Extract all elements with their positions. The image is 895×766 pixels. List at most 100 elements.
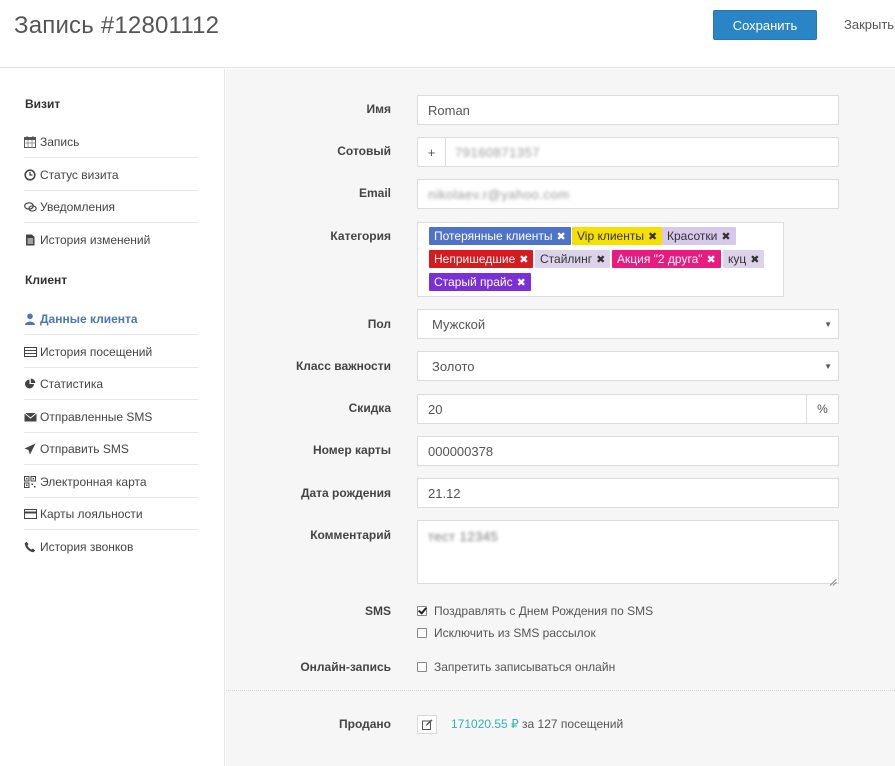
category-tag[interactable]: Старый прайс ✖ xyxy=(429,273,531,291)
remove-tag-icon[interactable]: ✖ xyxy=(519,254,528,266)
remove-tag-icon[interactable]: ✖ xyxy=(648,231,657,243)
resize-handle-icon[interactable] xyxy=(829,574,837,586)
name-value: Roman xyxy=(428,102,470,118)
category-tags[interactable]: Потерянные клиенты ✖ Vip клиенты ✖ Красотк… xyxy=(417,222,784,297)
sidebar-item-label: Отправить SMS xyxy=(40,441,129,456)
email-field[interactable]: nikolaev.r@yahoo.com xyxy=(417,179,839,209)
email-label: Email xyxy=(358,186,391,200)
sidebar-item-statistics[interactable]: Статистика xyxy=(24,368,198,400)
online-booking-checkbox[interactable] xyxy=(417,662,427,672)
qr-icon xyxy=(24,475,37,488)
comment-label: Комментарий xyxy=(310,528,391,542)
clock-icon xyxy=(24,168,37,181)
sidebar-item-label: Уведомления xyxy=(40,199,116,214)
birthday-field[interactable]: 21.12 xyxy=(417,478,839,508)
phone-prefix: + xyxy=(418,138,446,166)
sidebar-item-send-sms[interactable]: Отправить SMS xyxy=(24,433,198,465)
sold-label: Продано xyxy=(339,717,391,731)
sidebar-item-label: Запись xyxy=(40,134,80,149)
category-tag[interactable]: Потерянные клиенты ✖ xyxy=(429,227,571,245)
birthday-value: 21.12 xyxy=(428,485,461,501)
sidebar-item-label: Статус визита xyxy=(40,167,119,182)
online-booking-option-label: Запретить записываться онлайн xyxy=(434,660,616,674)
gender-label: Пол xyxy=(367,317,391,331)
sold-suffix: за 127 посещений xyxy=(518,717,624,731)
sidebar-item-label: Статистика xyxy=(40,376,104,391)
discount-label: Скидка xyxy=(348,401,391,415)
sidebar-item-visit-history[interactable]: История посещений xyxy=(24,336,198,368)
remove-tag-icon[interactable]: ✖ xyxy=(750,254,759,266)
divider xyxy=(226,690,895,691)
page-title: Запись #12801112 xyxy=(14,12,220,39)
name-field[interactable]: Roman xyxy=(417,95,839,125)
comment-value: тест 12345 xyxy=(428,529,499,544)
birthday-label: Дата рождения xyxy=(300,486,391,500)
category-tag[interactable]: Стайлинг ✖ xyxy=(535,250,611,268)
envelope-icon xyxy=(24,411,37,423)
discount-field[interactable]: 20 % xyxy=(417,394,839,424)
sold-summary: 171020.55 ₽ за 127 посещений xyxy=(451,717,623,731)
close-link[interactable]: Закрыть xyxy=(844,17,894,32)
send-icon xyxy=(24,443,37,455)
category-tag[interactable]: Непришедшие ✖ xyxy=(429,250,534,268)
tag-label: Vip клиенты xyxy=(577,229,644,243)
email-value: nikolaev.r@yahoo.com xyxy=(428,186,570,202)
sidebar-item-label: История звонков xyxy=(40,540,134,554)
importance-value: Золото xyxy=(432,358,475,374)
client-form: Имя Roman Сотовый + 79160871357 Email ni… xyxy=(226,69,895,766)
edit-button[interactable] xyxy=(417,715,437,734)
name-label: Имя xyxy=(366,102,391,116)
phone-field[interactable]: + 79160871357 xyxy=(417,137,839,167)
remove-tag-icon[interactable]: ✖ xyxy=(707,254,716,266)
phone-icon xyxy=(24,541,37,553)
save-button[interactable]: Сохранить xyxy=(713,10,817,40)
tag-label: Потерянные клиенты xyxy=(434,229,553,243)
remove-tag-icon[interactable]: ✖ xyxy=(517,277,526,289)
sidebar-item-history[interactable]: История изменений xyxy=(24,224,198,256)
sms-exclude-checkbox[interactable] xyxy=(417,628,427,638)
sidebar-item-notifications[interactable]: Уведомления xyxy=(24,191,198,223)
tag-label: Красотки xyxy=(667,229,718,243)
sidebar-item-loyalty-cards[interactable]: Карты лояльности xyxy=(24,498,198,530)
remove-tag-icon[interactable]: ✖ xyxy=(721,231,730,243)
pie-chart-icon xyxy=(24,378,37,390)
sms-exclude-label: Исключить из SMS рассылок xyxy=(434,626,596,640)
gender-value: Мужской xyxy=(432,316,486,332)
sidebar-item-e-card[interactable]: Электронная карта xyxy=(24,466,198,498)
category-tag[interactable]: куц ✖ xyxy=(723,250,765,268)
sold-amount[interactable]: 171020.55 ₽ xyxy=(451,717,519,731)
sidebar-item-record[interactable]: Запись xyxy=(24,126,198,158)
card-number-value: 000000378 xyxy=(428,443,494,459)
tag-label: Стайлинг xyxy=(540,252,593,266)
category-label: Категория xyxy=(330,229,391,243)
sms-birthday-option[interactable]: Поздравлять с Днем Рождения по SMS xyxy=(417,604,653,618)
importance-label: Класс важности xyxy=(295,359,391,373)
importance-select[interactable]: Золото ▼ xyxy=(417,351,839,381)
sidebar-item-label: Отправленные SMS xyxy=(40,409,153,424)
sidebar-item-sent-sms[interactable]: Отправленные SMS xyxy=(24,401,198,433)
tag-label: Старый прайс xyxy=(434,275,513,289)
gender-select[interactable]: Мужской ▼ xyxy=(417,309,839,339)
header: Запись #12801112 Сохранить Закрыть xyxy=(0,0,895,68)
category-tag[interactable]: Акция "2 друга" ✖ xyxy=(612,250,721,268)
category-tag[interactable]: Красотки ✖ xyxy=(662,227,736,245)
sidebar-item-call-history[interactable]: История звонков xyxy=(24,531,198,563)
remove-tag-icon[interactable]: ✖ xyxy=(557,231,566,243)
sms-exclude-option[interactable]: Исключить из SMS рассылок xyxy=(417,626,596,640)
sms-birthday-checkbox[interactable] xyxy=(417,606,427,616)
tag-label: куц xyxy=(728,252,747,266)
online-booking-option[interactable]: Запретить записываться онлайн xyxy=(417,660,615,674)
sidebar-item-label: История посещений xyxy=(40,344,153,359)
credit-card-icon xyxy=(24,508,37,520)
comment-textarea[interactable]: тест 12345 xyxy=(417,520,839,586)
comments-icon xyxy=(24,201,37,213)
category-tag[interactable]: Vip клиенты ✖ xyxy=(572,227,663,245)
sms-label: SMS xyxy=(364,604,391,618)
sidebar-item-client-data[interactable]: Данные клиента xyxy=(24,303,198,335)
chevron-down-icon: ▼ xyxy=(824,320,832,329)
card-number-field[interactable]: 000000378 xyxy=(417,436,839,466)
file-icon xyxy=(24,234,37,246)
sidebar-item-label: История изменений xyxy=(40,233,151,247)
sidebar-item-visit-status[interactable]: Статус визита xyxy=(24,159,198,191)
remove-tag-icon[interactable]: ✖ xyxy=(596,254,605,266)
